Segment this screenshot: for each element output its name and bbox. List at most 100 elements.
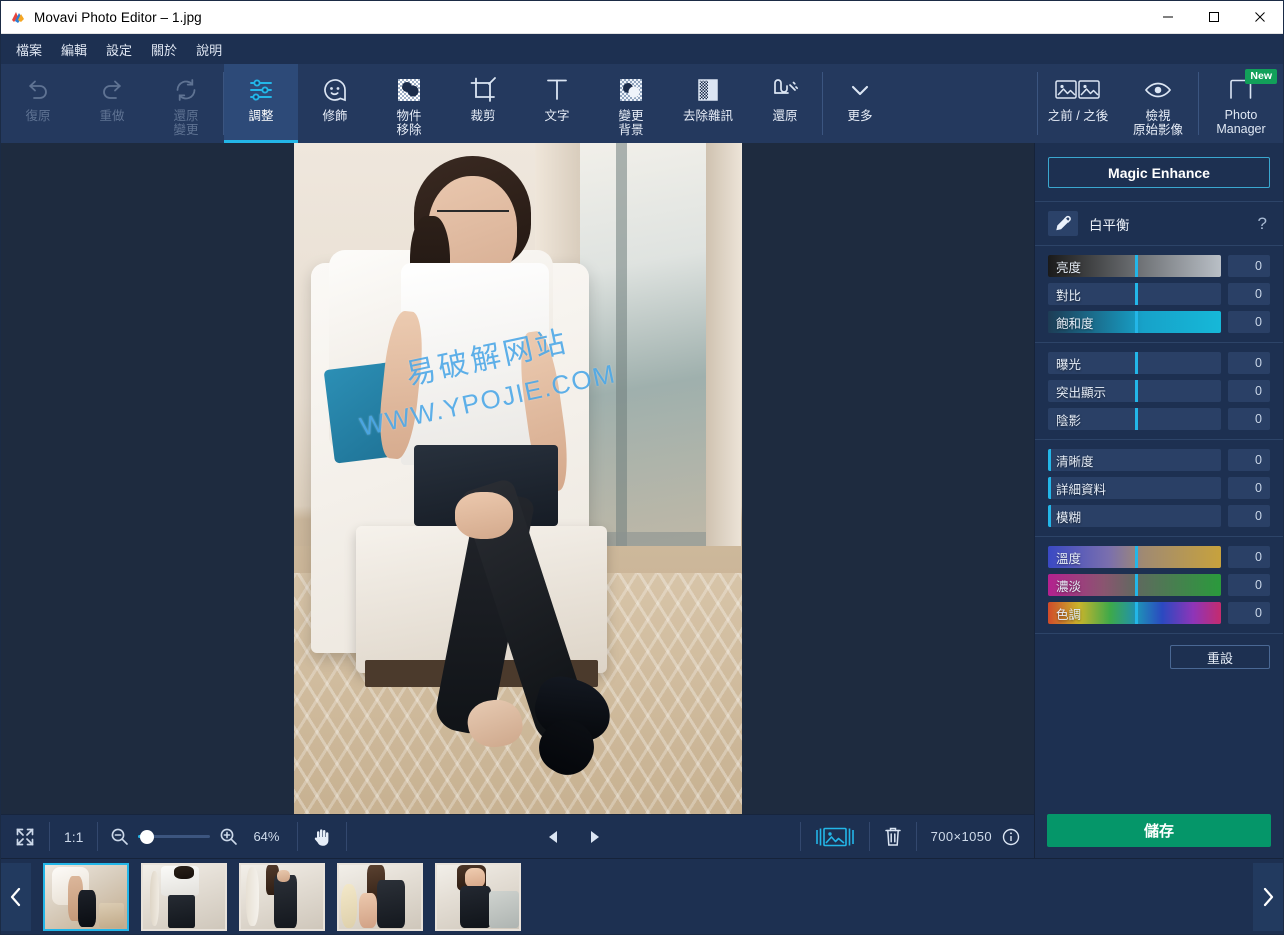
thumbnail-1[interactable] <box>43 862 129 931</box>
fit-to-screen-button[interactable] <box>1 815 49 858</box>
next-image-icon[interactable] <box>586 829 602 845</box>
contrast-slider[interactable]: 對比 <box>1048 283 1221 305</box>
minimize-button[interactable] <box>1145 1 1191 34</box>
undo-label: 復原 <box>25 109 51 123</box>
menu-edit[interactable]: 編輯 <box>52 36 96 63</box>
magic-enhance-button[interactable]: Magic Enhance <box>1048 157 1270 188</box>
tool-noise-removal[interactable]: 去除雜訊 <box>668 64 748 143</box>
brightness-value[interactable]: 0 <box>1228 255 1270 277</box>
contrast-value[interactable]: 0 <box>1228 283 1270 305</box>
before-after-button[interactable]: 之前 / 之後 <box>1038 64 1118 143</box>
trash-icon <box>884 826 902 847</box>
clarity-value[interactable]: 0 <box>1228 449 1270 471</box>
saturation-value[interactable]: 0 <box>1228 311 1270 333</box>
tool-object-removal[interactable]: 物件 移除 <box>372 64 446 143</box>
exposure-value[interactable]: 0 <box>1228 352 1270 374</box>
redo-button[interactable]: 重做 <box>75 64 149 143</box>
temperature-handle[interactable] <box>1134 546 1138 568</box>
slider-row-tint: 濃淡 0 <box>1048 574 1270 596</box>
clarity-handle[interactable] <box>1048 449 1051 471</box>
hue-handle[interactable] <box>1134 602 1138 624</box>
eyedropper-button[interactable] <box>1048 211 1078 236</box>
zoom-in-icon[interactable] <box>219 827 238 846</box>
thumbnail-3[interactable] <box>239 862 325 931</box>
contrast-handle[interactable] <box>1134 283 1138 305</box>
previous-image-icon[interactable] <box>546 829 562 845</box>
new-badge: New <box>1245 69 1277 84</box>
white-balance-help-icon[interactable]: ? <box>1255 214 1270 234</box>
undo-button[interactable]: 復原 <box>1 64 75 143</box>
clarity-slider[interactable]: 清晰度 <box>1048 449 1221 471</box>
view-original-button[interactable]: 檢視 原始影像 <box>1118 64 1198 143</box>
shadows-label: 陰影 <box>1056 413 1082 428</box>
tool-adjust[interactable]: 調整 <box>224 64 298 143</box>
detail-slider[interactable]: 詳細資料 <box>1048 477 1221 499</box>
blur-value[interactable]: 0 <box>1228 505 1270 527</box>
slider-row-blur: 模糊 0 <box>1048 505 1270 527</box>
thumbnail-2[interactable] <box>141 862 227 931</box>
temperature-slider[interactable]: 溫度 <box>1048 546 1221 568</box>
pan-tool-button[interactable] <box>298 815 346 858</box>
clarity-label: 清晰度 <box>1056 454 1094 469</box>
brightness-handle[interactable] <box>1134 255 1138 277</box>
shadows-handle[interactable] <box>1134 408 1138 430</box>
zoom-out-icon[interactable] <box>110 827 129 846</box>
detail-handle[interactable] <box>1048 477 1051 499</box>
revert-changes-button[interactable]: 還原 變更 <box>149 64 223 143</box>
zoom-slider[interactable] <box>138 829 211 844</box>
hue-value[interactable]: 0 <box>1228 602 1270 624</box>
detail-value[interactable]: 0 <box>1228 477 1270 499</box>
menu-about[interactable]: 關於 <box>142 36 186 63</box>
menu-file[interactable]: 檔案 <box>7 36 51 63</box>
highlights-handle[interactable] <box>1134 380 1138 402</box>
brightness-slider[interactable]: 亮度 <box>1048 255 1221 277</box>
tint-handle[interactable] <box>1134 574 1138 596</box>
shadows-value[interactable]: 0 <box>1228 408 1270 430</box>
filmstrip-prev-button[interactable] <box>1 862 31 931</box>
saturation-handle[interactable] <box>1134 311 1138 333</box>
tool-crop[interactable]: 裁剪 <box>446 64 520 143</box>
reset-button[interactable]: 重設 <box>1170 645 1270 669</box>
actual-size-button[interactable]: 1:1 <box>50 815 97 858</box>
tool-retouch[interactable]: 修飾 <box>298 64 372 143</box>
tool-change-background-label: 變更 背景 <box>618 109 644 137</box>
close-button[interactable] <box>1237 1 1283 34</box>
more-tools-button[interactable]: 更多 <box>823 64 897 143</box>
menu-settings[interactable]: 設定 <box>97 36 141 63</box>
tool-crop-label: 裁剪 <box>470 109 496 123</box>
save-button[interactable]: 儲存 <box>1047 814 1271 847</box>
thumbnail-5[interactable] <box>435 862 521 931</box>
zoom-slider-knob[interactable] <box>140 829 155 844</box>
tool-restore[interactable]: 還原 <box>748 64 822 143</box>
exposure-handle[interactable] <box>1134 352 1138 374</box>
tint-label: 濃淡 <box>1056 579 1082 594</box>
menu-help[interactable]: 說明 <box>187 36 231 63</box>
image-strip-button[interactable] <box>801 815 869 858</box>
crop-icon <box>469 75 497 105</box>
restore-magic-icon <box>771 75 799 105</box>
tool-change-background[interactable]: 變更 背景 <box>594 64 668 143</box>
image-canvas[interactable]: 易破解网站 WWW.YPOJIE.COM <box>1 143 1034 814</box>
delete-image-button[interactable] <box>870 815 916 858</box>
tint-value[interactable]: 0 <box>1228 574 1270 596</box>
maximize-button[interactable] <box>1191 1 1237 34</box>
tool-text[interactable]: 文字 <box>520 64 594 143</box>
tint-slider[interactable]: 濃淡 <box>1048 574 1221 596</box>
photo-manager-button[interactable]: New Photo Manager <box>1199 64 1283 143</box>
shadows-slider[interactable]: 陰影 <box>1048 408 1221 430</box>
eyedropper-icon <box>1055 215 1072 232</box>
exposure-slider[interactable]: 曝光 <box>1048 352 1221 374</box>
saturation-slider[interactable]: 飽和度 <box>1048 311 1221 333</box>
image-info: 700×1050 <box>917 815 1034 858</box>
filmstrip-next-button[interactable] <box>1253 862 1283 931</box>
info-icon[interactable] <box>1002 828 1020 846</box>
highlights-value[interactable]: 0 <box>1228 380 1270 402</box>
blur-slider[interactable]: 模糊 <box>1048 505 1221 527</box>
temperature-value[interactable]: 0 <box>1228 546 1270 568</box>
hue-slider[interactable]: 色調 <box>1048 602 1221 624</box>
eye-view-original-icon <box>1144 75 1172 105</box>
highlights-slider[interactable]: 突出顯示 <box>1048 380 1221 402</box>
retouch-face-icon <box>321 75 349 105</box>
blur-handle[interactable] <box>1048 505 1051 527</box>
thumbnail-4[interactable] <box>337 862 423 931</box>
